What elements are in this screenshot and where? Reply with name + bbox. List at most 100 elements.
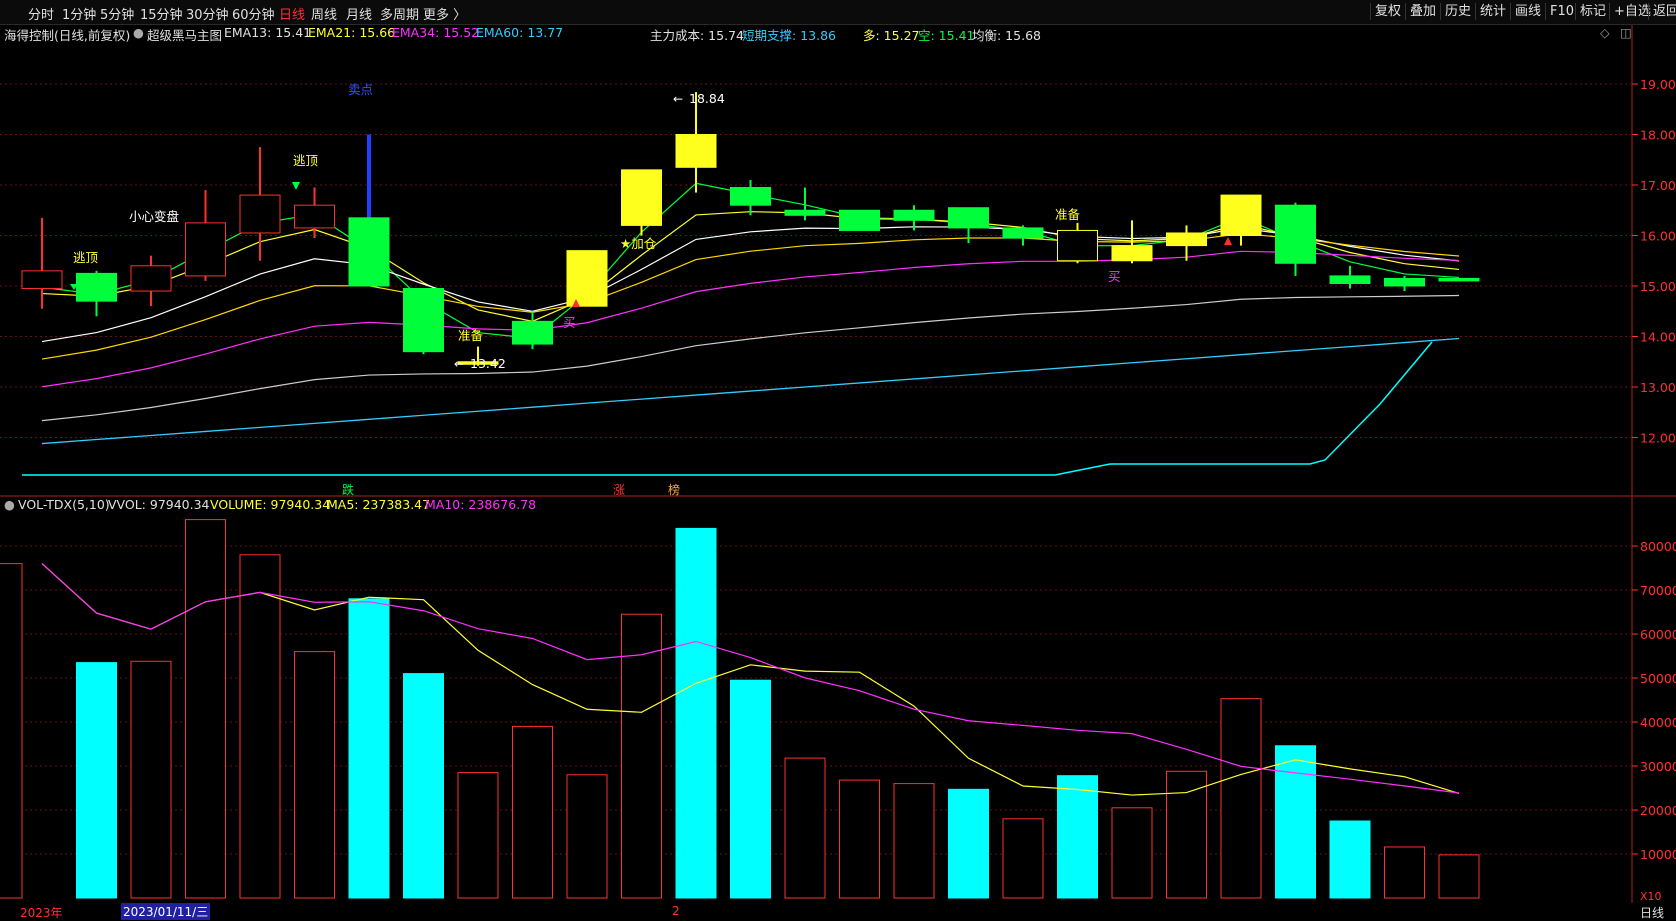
price-axis-label: 18.00 xyxy=(1640,128,1676,143)
price-axis-label: 15.00 xyxy=(1640,279,1676,294)
prepare-label-1: 准备 xyxy=(458,328,484,343)
volume-unit-label: X10 xyxy=(1640,890,1662,903)
volume-bar[interactable] xyxy=(1384,846,1425,899)
price-axis: 19.00 18.00 17.00 16.00 15.00 14.00 13.00 12.00… xyxy=(1632,77,1676,862)
prepare-label-2: 准备 xyxy=(1055,207,1081,222)
candle-body[interactable] xyxy=(621,169,662,226)
volume-bar[interactable] xyxy=(1111,807,1153,899)
volume-bar[interactable] xyxy=(512,725,553,899)
volume-bar[interactable] xyxy=(239,554,281,899)
price-axis-label: 13.00 xyxy=(1640,380,1676,395)
candle-body[interactable] xyxy=(403,288,444,353)
rise-tag: 涨 xyxy=(613,482,625,497)
price-axis-label: 19.00 xyxy=(1640,77,1676,92)
candle-body[interactable] xyxy=(348,217,390,287)
low-price-label: 13.42 xyxy=(470,356,506,371)
caution-label: 小心变盘 xyxy=(129,209,179,224)
volume-bar[interactable] xyxy=(566,774,608,899)
candle-body[interactable] xyxy=(512,320,553,345)
ema60-line xyxy=(41,294,1460,422)
volume-bar[interactable] xyxy=(1275,745,1316,899)
volume-bar[interactable] xyxy=(130,660,172,899)
volume-bar[interactable] xyxy=(1002,818,1044,899)
candle-body[interactable] xyxy=(185,222,226,277)
volume-axis-label: 20000 xyxy=(1640,803,1676,818)
candle-body[interactable] xyxy=(1275,204,1316,264)
volume-bar[interactable] xyxy=(893,783,935,899)
volume-axis-label: 80000 xyxy=(1640,539,1676,554)
volume-bar[interactable] xyxy=(1220,698,1262,899)
volume-bar[interactable] xyxy=(1438,854,1480,899)
candle-body[interactable] xyxy=(784,209,826,216)
support-line xyxy=(41,337,1460,445)
sell-point-label: 卖点 xyxy=(348,82,373,97)
candle-body[interactable] xyxy=(239,194,281,234)
volume-axis-label: 60000 xyxy=(1640,627,1676,642)
candle-body[interactable] xyxy=(839,209,880,231)
candle-body[interactable] xyxy=(1057,229,1098,262)
year-label: 2023年 xyxy=(20,906,63,920)
candle-body[interactable] xyxy=(130,265,172,292)
trend-step-line xyxy=(22,341,1433,476)
candle-body[interactable] xyxy=(675,134,717,168)
volume-bar[interactable] xyxy=(348,598,390,899)
volume-bar[interactable] xyxy=(784,757,826,899)
up-triangle-icon-2 xyxy=(1224,237,1232,245)
candle-body[interactable] xyxy=(21,270,63,290)
volume-bar[interactable] xyxy=(185,519,226,899)
volume-axis-label: 50000 xyxy=(1640,671,1676,686)
candle-body[interactable] xyxy=(566,250,608,307)
candlesticks xyxy=(21,92,1480,366)
volume-bar[interactable] xyxy=(0,563,23,899)
down-arrow-icon xyxy=(292,182,300,190)
volume-bar[interactable] xyxy=(1166,770,1207,899)
date-bar: 2023年 2023/01/11/三 2 日线 xyxy=(0,903,1676,920)
volume-axis-label: 70000 xyxy=(1640,583,1676,598)
volume-axis-label: 30000 xyxy=(1640,759,1676,774)
volume-bar[interactable] xyxy=(76,662,117,899)
candle-body[interactable] xyxy=(730,187,771,206)
volume-bar[interactable] xyxy=(1329,820,1371,899)
candle-body[interactable] xyxy=(948,207,989,229)
period-label[interactable]: 日线 xyxy=(1640,904,1664,921)
fall-tag: 跌 xyxy=(342,482,354,497)
volume-bar[interactable] xyxy=(403,673,444,899)
volume-bars xyxy=(0,519,1480,899)
candle-body[interactable] xyxy=(1329,275,1371,284)
price-axis-label: 16.00 xyxy=(1640,229,1676,244)
candle-body[interactable] xyxy=(294,204,335,229)
volume-bar[interactable] xyxy=(675,527,717,899)
buy-label-1: 买 xyxy=(563,315,576,330)
volume-bar[interactable] xyxy=(948,788,989,899)
list-tag: 榜 xyxy=(668,482,680,497)
candle-body[interactable] xyxy=(1220,194,1262,237)
high-price-label: 18.84 xyxy=(689,91,725,106)
candle-body[interactable] xyxy=(1438,277,1480,282)
month-marker: 2 xyxy=(672,904,680,918)
kline-chart[interactable]: 19.00 18.00 17.00 16.00 15.00 14.00 13.00 12.00… xyxy=(0,0,1676,903)
volume-axis-label: 10000 xyxy=(1640,847,1676,862)
candle-body[interactable] xyxy=(1111,245,1153,262)
candle-body[interactable] xyxy=(1002,227,1044,239)
volume-bar[interactable] xyxy=(730,679,771,899)
volume-bar[interactable] xyxy=(457,772,499,899)
volume-bar[interactable] xyxy=(1057,775,1098,899)
candle-body[interactable] xyxy=(1384,277,1425,287)
price-axis-label: 14.00 xyxy=(1640,330,1676,345)
cursor-date-label: 2023/01/11/三 xyxy=(121,903,211,920)
volume-bar[interactable] xyxy=(839,779,880,899)
volume-bar[interactable] xyxy=(294,651,335,899)
price-axis-label: 12.00 xyxy=(1640,431,1676,446)
escape-label-2: 逃顶 xyxy=(293,153,319,168)
volume-bar[interactable] xyxy=(621,613,662,899)
ema55-line xyxy=(41,250,1460,388)
candle-body[interactable] xyxy=(76,272,117,302)
escape-label-1: 逃顶 xyxy=(73,250,99,265)
high-arrow-icon: ← xyxy=(673,92,683,106)
candle-body[interactable] xyxy=(893,209,935,221)
candle-body[interactable] xyxy=(1166,232,1207,247)
add-position-label: ★加仓 xyxy=(620,236,657,251)
volume-axis-label: 40000 xyxy=(1640,715,1676,730)
price-axis-label: 17.00 xyxy=(1640,178,1676,193)
buy-label-2: 买 xyxy=(1108,269,1121,284)
